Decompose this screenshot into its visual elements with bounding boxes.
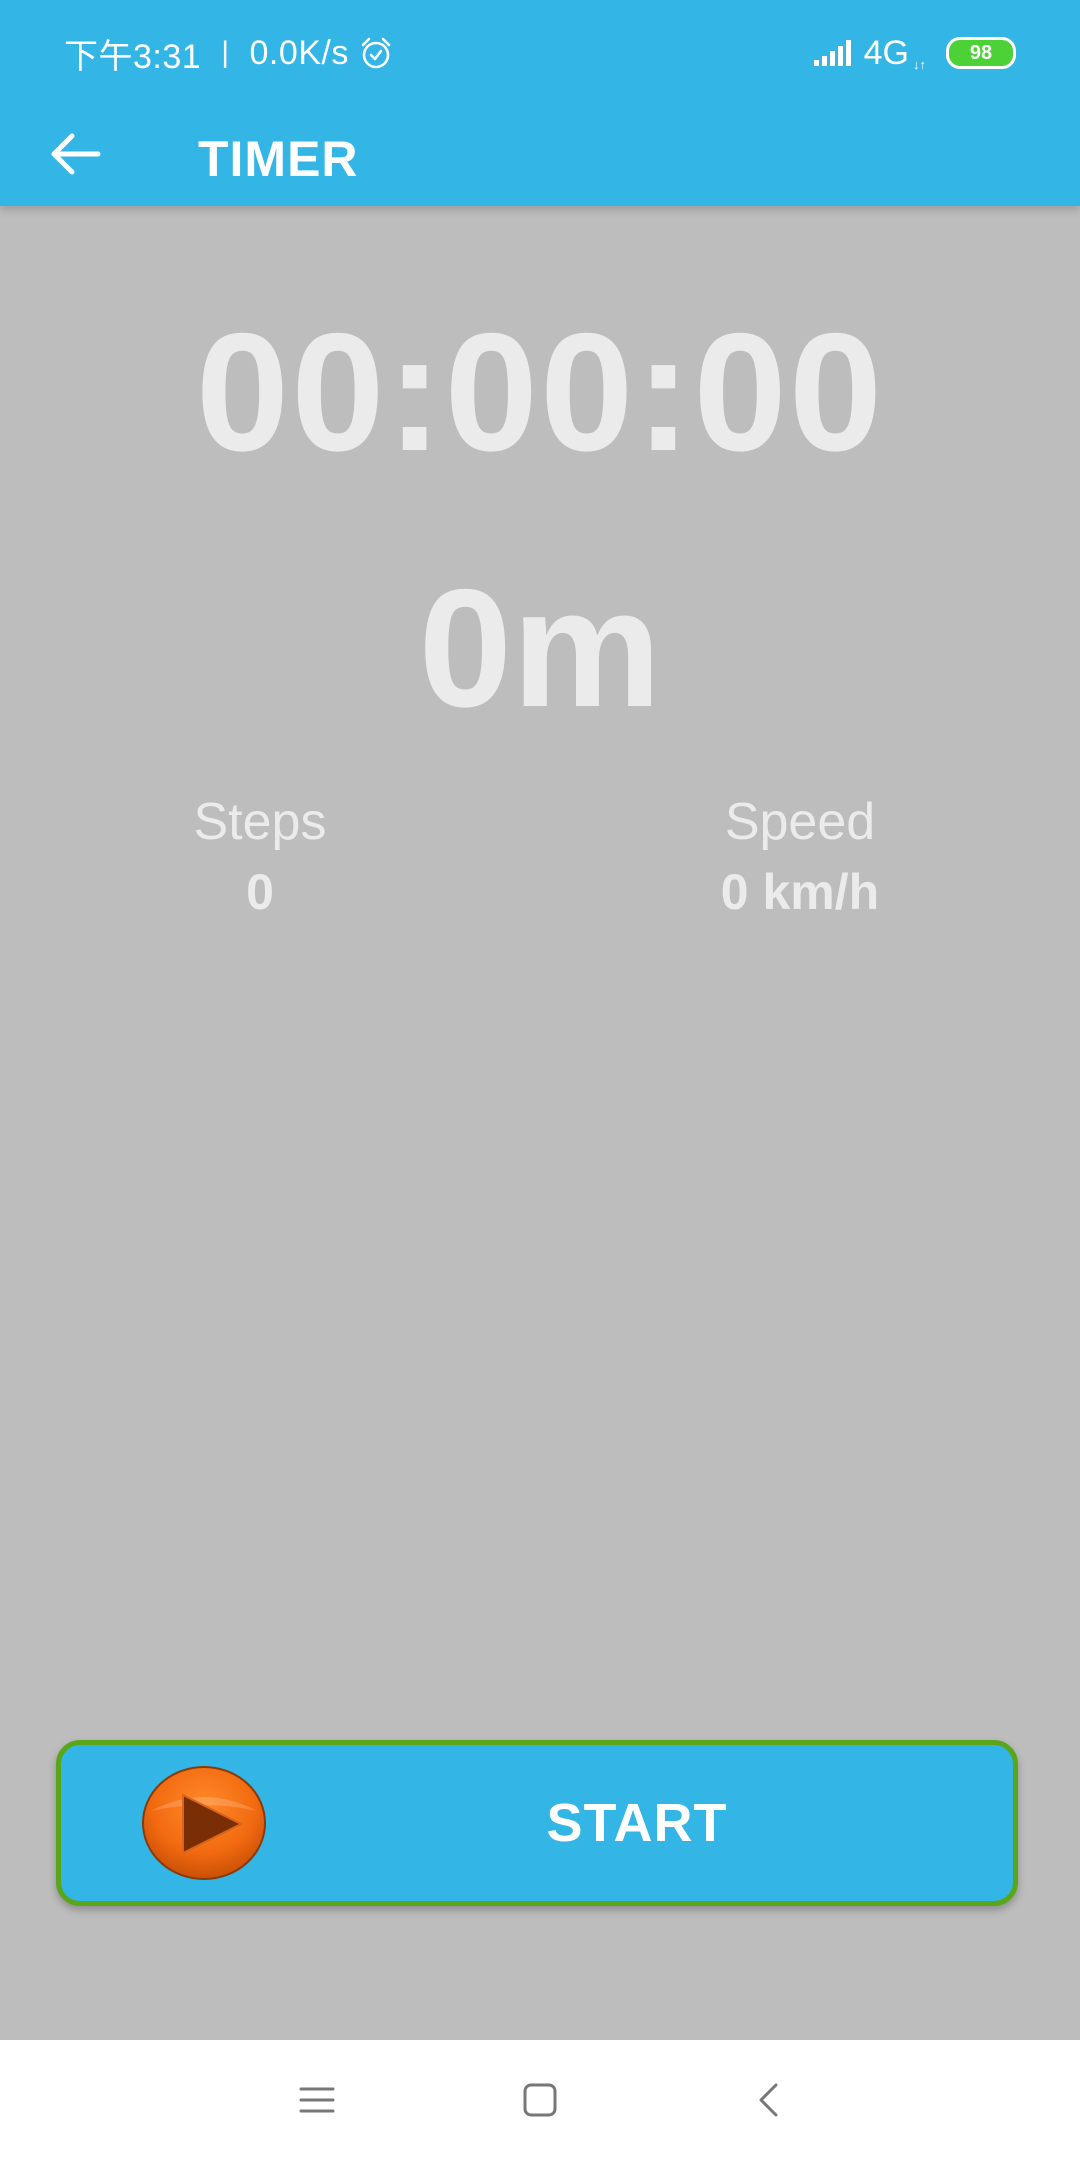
back-button[interactable]: [40, 118, 112, 190]
status-separator: |: [221, 36, 230, 69]
status-left: 下午3:31 | 0.0K/s: [64, 28, 393, 78]
steps-label: Steps: [193, 793, 327, 851]
navigation-bar: [0, 2040, 1080, 2160]
speed-label: Speed: [724, 793, 876, 851]
start-button[interactable]: START: [56, 1740, 1018, 1906]
elapsed-time: 00:00:00: [195, 298, 885, 486]
arrow-left-icon: [51, 133, 101, 175]
home-button[interactable]: [510, 2070, 570, 2130]
menu-icon: [299, 2087, 335, 2113]
distance-value: 0m: [418, 554, 662, 742]
status-right: 4G ↓↑ 98: [813, 30, 1016, 76]
steps-value: 0: [246, 864, 274, 920]
system-back-button[interactable]: [738, 2070, 798, 2130]
signal-icon: [813, 38, 856, 68]
network-speed: 0.0K/s: [249, 33, 349, 72]
page-title: TIMER: [198, 131, 359, 187]
speed-stat: Speed 0 km/h: [650, 790, 950, 924]
network-activity-icon: ↓↑: [913, 57, 926, 72]
battery-level: 98: [969, 41, 993, 64]
toolbar: TIMER: [0, 100, 1080, 206]
back-icon: [759, 2083, 778, 2117]
battery-icon: 98: [946, 37, 1016, 69]
speed-value: 0 km/h: [720, 864, 880, 920]
status-time: 下午3:31: [64, 37, 202, 76]
start-label: START: [546, 1793, 728, 1853]
network-type: 4G: [863, 33, 909, 72]
recent-apps-button[interactable]: [287, 2070, 347, 2130]
app-bar: 下午3:31 | 0.0K/s 4G ↓↑ 98 TIMER: [0, 0, 1080, 206]
steps-stat: Steps 0: [110, 790, 410, 924]
status-bar: 下午3:31 | 0.0K/s 4G ↓↑ 98: [0, 0, 1080, 100]
alarm-icon: [359, 36, 393, 70]
home-icon: [523, 2083, 557, 2117]
